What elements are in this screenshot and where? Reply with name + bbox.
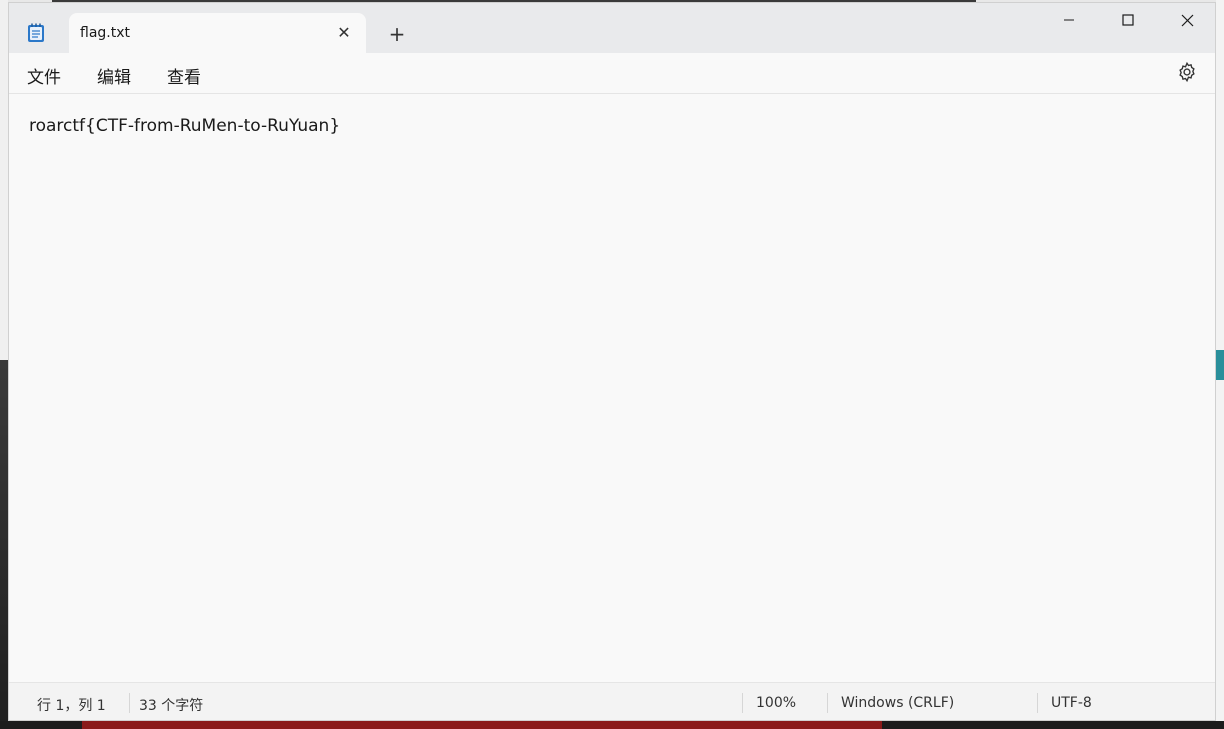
maximize-button[interactable] (1099, 3, 1157, 37)
status-divider (129, 693, 130, 713)
menu-bar: 文件 编辑 查看 (9, 53, 1215, 94)
background-desktop-right (1216, 0, 1224, 729)
editor-content: roarctf{CTF-from-RuMen-to-RuYuan} (29, 116, 341, 136)
gear-icon[interactable] (1176, 61, 1198, 83)
menu-file[interactable]: 文件 (27, 63, 61, 88)
minimize-icon (1064, 19, 1074, 21)
notepad-icon (28, 23, 44, 42)
tab-close-icon[interactable]: ✕ (336, 25, 352, 41)
menu-view[interactable]: 查看 (167, 63, 201, 88)
background-desktop-bottom (0, 721, 1224, 729)
zoom-level[interactable]: 100% (756, 695, 796, 711)
tab-flag-txt[interactable]: flag.txt ✕ (69, 13, 366, 53)
new-tab-button[interactable]: + (385, 23, 409, 47)
status-divider (1037, 693, 1038, 713)
status-divider (827, 693, 828, 713)
menu-edit[interactable]: 编辑 (97, 63, 131, 88)
title-bar[interactable]: flag.txt ✕ + (9, 3, 1215, 53)
text-editor[interactable]: roarctf{CTF-from-RuMen-to-RuYuan} (9, 94, 1215, 682)
close-window-button[interactable] (1158, 3, 1215, 37)
minimize-button[interactable] (1040, 3, 1098, 37)
tab-title: flag.txt (80, 25, 130, 41)
character-count: 33 个字符 (139, 698, 204, 714)
background-desktop-left (0, 0, 8, 729)
status-bar: 行 1，列 1 33 个字符 100% Windows (CRLF) UTF-8 (9, 682, 1215, 720)
maximize-icon (1122, 14, 1134, 26)
line-ending[interactable]: Windows (CRLF) (841, 695, 954, 711)
close-icon (1181, 14, 1193, 26)
notepad-window: flag.txt ✕ + 文件 编辑 查看 roarctf{CTF-from-R… (8, 2, 1216, 721)
status-divider (742, 693, 743, 713)
cursor-position: 行 1，列 1 (37, 698, 106, 714)
encoding[interactable]: UTF-8 (1051, 695, 1092, 711)
